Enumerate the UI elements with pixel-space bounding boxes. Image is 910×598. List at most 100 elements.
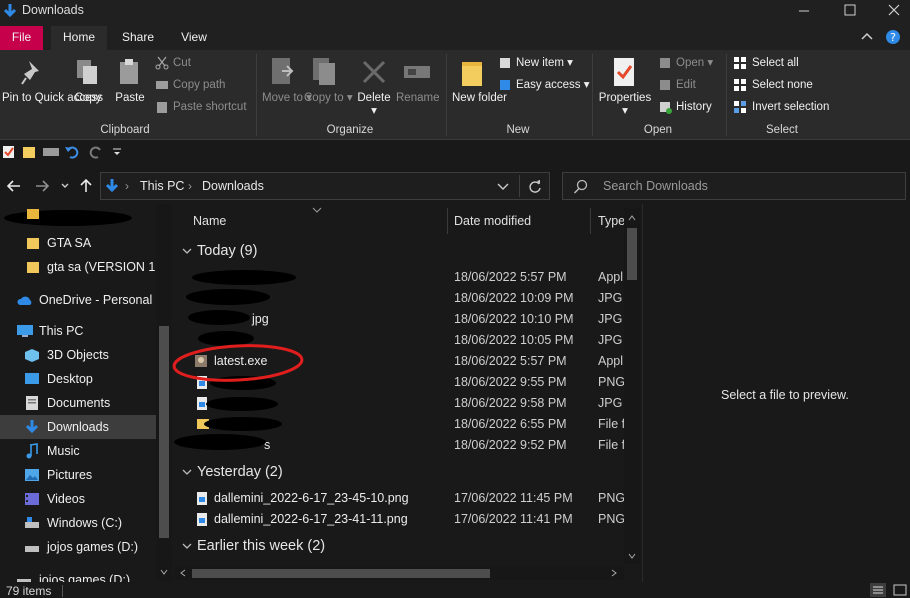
ribbon-home: Pin to Quick access Copy Paste Cut Copy … [0, 50, 910, 140]
sidebar-item-3d-objects[interactable]: 3D Objects [0, 343, 156, 367]
sidebar-item-label: jojos games (D:) [39, 573, 130, 582]
breadcrumb-downloads[interactable]: Downloads [202, 179, 264, 193]
pane-divider[interactable] [642, 204, 643, 582]
maximize-icon[interactable] [842, 2, 858, 18]
group-header-today[interactable]: Today (9) [197, 243, 257, 259]
undo-icon[interactable] [64, 145, 80, 159]
group-header-yesterday[interactable]: Yesterday (2) [197, 464, 283, 480]
sidebar-scrollbar-thumb[interactable] [159, 326, 169, 538]
new-item-button[interactable]: New item ▾ [516, 57, 573, 70]
pin-to-quick-access-button[interactable]: Pin to Quick access [2, 92, 103, 105]
sidebar-item-desktop[interactable]: Desktop [0, 367, 156, 391]
copy-button[interactable]: Copy [70, 92, 106, 105]
minimize-icon[interactable] [796, 2, 812, 18]
paste-button[interactable]: Paste [112, 92, 148, 105]
move-to-button[interactable]: Move to ▾ [262, 92, 312, 105]
large-icons-view-icon[interactable] [892, 583, 908, 597]
sidebar-item-label: This PC [39, 324, 84, 338]
recent-locations-chevron-icon[interactable] [60, 181, 70, 191]
sidebar-item-jojos-games-d[interactable]: jojos games (D:) [0, 535, 156, 559]
file-list-scrollbar-thumb[interactable] [627, 228, 637, 280]
select-all-button[interactable]: Select all [752, 57, 799, 70]
tab-view[interactable]: View [170, 26, 218, 50]
copy-to-icon [313, 58, 335, 85]
invert-selection-button[interactable]: Invert selection [752, 101, 829, 114]
file-list-vertical-scrollbar[interactable] [624, 208, 640, 564]
new-folder-button[interactable]: New folder [452, 92, 507, 105]
open-button[interactable]: Open ▾ [676, 57, 713, 70]
delete-button[interactable]: Delete ▾ [354, 92, 394, 118]
history-icon [660, 102, 672, 114]
rename-small-icon[interactable] [42, 147, 60, 157]
column-header-type[interactable]: Type [598, 214, 625, 228]
sidebar-item-documents[interactable]: Documents [0, 391, 156, 415]
organize-group-label: Organize [326, 124, 374, 136]
redo-icon[interactable] [88, 145, 104, 159]
refresh-icon[interactable] [527, 178, 543, 194]
paste-shortcut-button[interactable]: Paste shortcut [173, 101, 247, 114]
scroll-down-icon[interactable] [628, 552, 636, 560]
group-header-earlier-this-week[interactable]: Earlier this week (2) [197, 538, 325, 554]
back-arrow-icon[interactable] [6, 179, 22, 193]
sidebar-item-videos[interactable]: Videos [0, 487, 156, 511]
sidebar-item-pictures[interactable]: Pictures [0, 463, 156, 487]
column-header-name[interactable]: Name [193, 214, 226, 228]
sidebar-item-windows-c[interactable]: Windows (C:) [0, 511, 156, 535]
cut-button[interactable]: Cut [173, 57, 191, 70]
sidebar-item-gta-sa[interactable]: GTA SA [0, 231, 156, 255]
search-box[interactable]: Search Downloads [562, 172, 906, 200]
horizontal-scrollbar-thumb[interactable] [192, 569, 490, 578]
sidebar-item-onedrive[interactable]: OneDrive - Personal [0, 288, 156, 312]
scroll-down-icon[interactable] [160, 568, 168, 576]
forward-arrow-icon[interactable] [34, 179, 50, 193]
tab-share[interactable]: Share [112, 26, 164, 50]
sidebar-item-jojos-games-d-2[interactable]: jojos games (D:) [0, 568, 156, 582]
scroll-up-icon[interactable] [628, 214, 636, 222]
navigation-pane[interactable]: GTA SA gta sa (VERSION 1.0 OneDrive - Pe… [0, 204, 172, 582]
select-none-icon [734, 79, 746, 91]
table-row[interactable]: dallemini_2022-6-17_23-41-11.png 17/06/20… [174, 509, 624, 530]
easy-access-button[interactable]: Easy access ▾ [516, 79, 590, 92]
properties-button[interactable]: Properties ▾ [598, 92, 652, 118]
group-collapse-chevron-icon[interactable] [182, 247, 192, 255]
scroll-left-icon[interactable] [179, 569, 187, 577]
close-icon[interactable] [886, 2, 902, 18]
address-dropdown-icon[interactable] [497, 183, 509, 191]
rename-button[interactable]: Rename [396, 92, 439, 105]
sidebar-item-downloads[interactable]: Downloads [0, 415, 156, 439]
sidebar-item-music[interactable]: Music [0, 439, 156, 463]
tab-file[interactable]: File [0, 26, 43, 50]
details-view-icon[interactable] [870, 583, 886, 597]
collapse-ribbon-icon[interactable] [860, 30, 874, 42]
up-arrow-icon[interactable] [79, 178, 93, 194]
properties-check-icon[interactable] [2, 145, 16, 159]
videos-icon [25, 493, 39, 505]
edit-icon [660, 80, 670, 90]
history-button[interactable]: History [676, 101, 712, 114]
select-none-button[interactable]: Select none [752, 79, 813, 92]
tab-home[interactable]: Home [51, 26, 107, 50]
column-divider [590, 208, 591, 234]
sidebar-scrollbar[interactable] [156, 204, 172, 582]
group-collapse-chevron-icon[interactable] [182, 468, 192, 476]
file-list-horizontal-scrollbar[interactable] [174, 566, 624, 580]
sidebar-item-gta-sa-version[interactable]: gta sa (VERSION 1.0 [0, 255, 166, 279]
sidebar-item-this-pc[interactable]: This PC [0, 319, 156, 343]
address-bar[interactable]: › This PC › Downloads [100, 172, 550, 200]
group-divider [446, 54, 447, 136]
table-row[interactable]: dallemini_2022-6-17_23-45-10.png 17/06/20… [174, 488, 624, 509]
breadcrumb-this-pc[interactable]: This PC [140, 179, 184, 193]
drive-icon [17, 579, 31, 582]
edit-button[interactable]: Edit [676, 79, 696, 92]
documents-icon [26, 396, 38, 410]
new-folder-small-icon[interactable] [22, 145, 36, 159]
scroll-right-icon[interactable] [610, 569, 618, 577]
copy-path-button[interactable]: Copy path [173, 79, 225, 92]
customize-toolbar-icon[interactable] [112, 147, 122, 157]
column-header-date-modified[interactable]: Date modified [454, 214, 531, 228]
file-list[interactable]: Name Date modified Type Today (9) 18/06/… [172, 204, 640, 582]
group-collapse-chevron-icon[interactable] [182, 542, 192, 550]
help-icon[interactable]: ? [884, 28, 902, 46]
copy-to-button[interactable]: Copy to ▾ [304, 92, 353, 105]
preview-message: Select a file to preview. [721, 388, 849, 402]
